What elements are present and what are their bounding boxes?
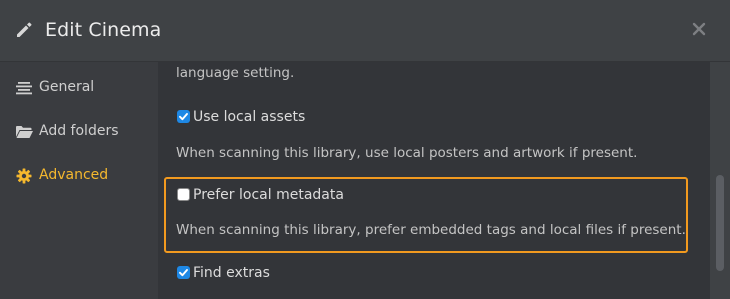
prefer-local-metadata-label[interactable]: Prefer local metadata [193,187,344,203]
close-icon[interactable] [688,18,710,40]
use-local-assets-label[interactable]: Use local assets [193,109,305,125]
gear-icon [16,168,32,184]
sidebar-item-label: Advanced [39,167,109,183]
dialog-title: Edit Cinema [45,19,162,41]
sidebar-item-label: Add folders [39,123,119,139]
sidebar-item-general[interactable]: General [0,72,158,102]
setting-description: language setting. [176,65,295,81]
pencil-icon [14,20,34,40]
list-icon [16,80,32,95]
find-extras-checkbox[interactable] [177,266,190,279]
prefer-local-metadata-description: When scanning this library, prefer embed… [176,222,686,238]
find-extras-label[interactable]: Find extras [193,265,270,281]
prefer-local-metadata-checkbox[interactable] [177,188,190,201]
folder-icon [16,124,33,138]
sidebar: General Add folders Advanced [0,62,158,299]
sidebar-item-label: General [39,79,95,95]
sidebar-item-advanced[interactable]: Advanced [0,160,158,190]
scrollbar-thumb[interactable] [716,175,724,271]
dialog-header: Edit Cinema [0,0,730,62]
use-local-assets-checkbox[interactable] [177,110,190,123]
sidebar-item-add-folders[interactable]: Add folders [0,116,158,146]
use-local-assets-description: When scanning this library, use local po… [176,145,638,161]
